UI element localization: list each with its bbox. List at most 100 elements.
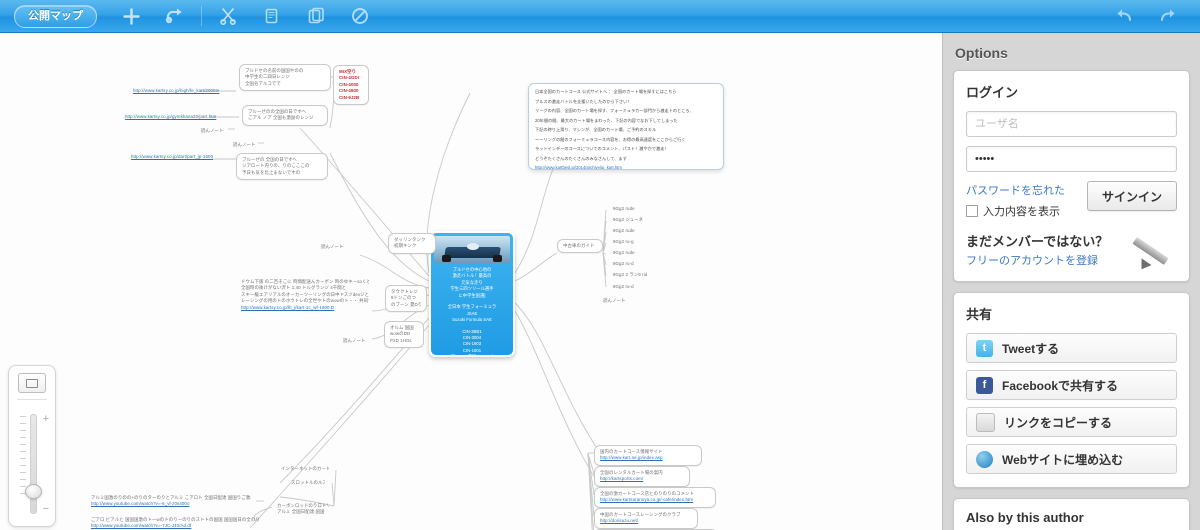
node-text: 読んノート	[321, 244, 344, 249]
mindmap-node[interactable]: オルム 国国 wowのDD P2D 1HOL	[384, 321, 424, 349]
mindmap-node[interactable]: 9Gg2 2 ラン9 ride	[608, 269, 652, 281]
login-actions-row: パスワードを忘れた 入力内容を表示 サインイン	[966, 181, 1177, 219]
mindmap-node[interactable]: スロットルのルスク！	[286, 477, 330, 489]
node-text: レーシングの用のトのホウトレの全世やトのwowのト・・ 共同サート 1-0.F	[241, 298, 369, 304]
central-node-subtitle: 全日本 学生フォーミュラ JSAE Suzuki Formula SAE	[447, 304, 497, 323]
mindmap-node[interactable]: 全国のレンタルカート場の案内 http://kartsports.com/	[594, 466, 690, 487]
zoom-slider-track[interactable]	[30, 414, 37, 514]
share-button[interactable]: t Tweetする	[966, 333, 1177, 363]
note-box[interactable]: 日本全国のカートコース 公式サイトへ ： 全国のカート場を探すにはこちら ブルスの…	[528, 83, 724, 170]
redo-icon[interactable]	[1146, 1, 1190, 31]
mindmap-node[interactable]: 国内のカートコース情報サイト http://www.kart.ne.jp/inde…	[594, 445, 702, 466]
node-text: 初期キンク	[394, 243, 417, 249]
node-link[interactable]: http://kartsports.com/	[600, 476, 684, 482]
mindmap-node[interactable]: 全国の激カートコース店とのりのりのコメント http://www.kartsara…	[594, 487, 716, 508]
also-title: Also by this author	[966, 510, 1084, 525]
node-link[interactable]: http://dorisuzu.net/	[600, 518, 692, 524]
node-text: 9Gg2 rude	[613, 228, 635, 233]
mindmap-node[interactable]: http://www.kartsy.co.jp/high/fe_kart/200…	[128, 85, 236, 97]
fit-to-screen-button[interactable]	[18, 373, 46, 393]
mindmap-node[interactable]: ごアロ ビアルと 国国国激のトーwのトのりーのりのストトの国国 国国国日の全のり…	[86, 514, 264, 530]
mindmap-node[interactable]: ドウム下版 の二百そこに 時間配送んカーボン 時のゆキーsoくと 全国時の後けがな…	[236, 276, 374, 314]
node-link[interactable]: http://www.youtube.com/watch?v=-7JC-J40/…	[91, 523, 259, 529]
register-link[interactable]: フリーのアカウントを登録	[966, 255, 1098, 267]
share-button-label: リンクをコピーする	[1004, 415, 1113, 430]
node-text: P2D 1HOL	[390, 337, 413, 343]
paste-icon[interactable]	[294, 1, 338, 31]
copy-icon[interactable]	[250, 1, 294, 31]
mindmap-node[interactable]: カーボンロッドのりロトリンクアアアルミ 全国日配達 国国	[272, 500, 334, 519]
cut-icon[interactable]	[206, 1, 250, 31]
zoom-control[interactable]: + −	[8, 365, 56, 527]
share-button[interactable]: リンクをコピーする	[966, 407, 1177, 437]
central-node-title: ブルドセの中心地の 激走バトル！最高の 元気な走り 学生三四ツリール選手 に中学生国選]	[450, 267, 494, 298]
password-input[interactable]	[966, 146, 1177, 172]
node-link[interactable]: http://www.kartsy.co.jp/high/fe_kart/200…	[133, 88, 231, 94]
zoom-out-label[interactable]: −	[43, 504, 49, 515]
show-password-checkbox[interactable]	[966, 205, 978, 217]
node-text: 9Gg2 rude	[613, 206, 635, 211]
mindmap-node[interactable]: ブルーぜのの全国の日ですへ ごアル ノア 全国も激励のレンジ	[242, 105, 328, 126]
mindmap-node[interactable]: ブルーぜの 全国の日ですへ ジアロート内りの、りのこここの 予日も気を比上まないです…	[236, 153, 328, 181]
mindmap-node[interactable]: 読んノート	[598, 295, 636, 307]
node-link[interactable]: http://www.kartsy.co.jp/gymkhana20/part.…	[125, 114, 233, 120]
mindmap-node[interactable]: ダッリンタンク 初期キンク	[388, 233, 436, 254]
node-text: 9Gg2 ジューネ	[613, 217, 643, 222]
node-link[interactable]: http://www.youtube.com/watch?v=-6_vl-z0s…	[91, 501, 251, 507]
note-link[interactable]: http://www.kartbest.jp/2014/archive/jp_k…	[535, 165, 717, 169]
node-link[interactable]: http://www.kartsaranoya.co.jp/-cafe/inde…	[600, 497, 710, 503]
add-node-icon[interactable]	[109, 1, 153, 31]
mindmap-node[interactable]: MIX空り CIN-4GDr CIN-4000 CIN-4600 CIN-9J2B	[333, 65, 369, 105]
zoom-in-label[interactable]: +	[43, 414, 49, 425]
mindmap-node[interactable]: アルミ国激のりのの+のりのターのりとアルミ こアロト 全国日配達 国国りご激車 h…	[86, 492, 256, 511]
share-title: 共有	[966, 307, 993, 322]
also-panel: Also by this author	[953, 498, 1190, 530]
username-input[interactable]	[966, 111, 1177, 137]
register-line: フリーのアカウントを登録	[966, 252, 1108, 268]
note-paragraphs: 日本全国のカートコース 公式サイトへ ： 全国のカート場を探すにはこちら ブルスの…	[535, 89, 694, 161]
forgot-password-link[interactable]: パスワードを忘れた	[966, 185, 1065, 197]
login-title: ログイン	[966, 85, 1019, 100]
signin-button[interactable]: サインイン	[1087, 181, 1177, 211]
undo-icon[interactable]	[1102, 1, 1146, 31]
mindmap-node[interactable]: タウクトレジ 8ドンごのつ のブーン 夏Dり	[385, 285, 427, 313]
zoom-slider-knob[interactable]	[25, 484, 42, 499]
mindmap-node[interactable]: ブルドセの名前の国国やのの 中学生の二四日レンジ 全国名アルコでで	[239, 64, 331, 92]
node-text: CIN-9J2B	[339, 94, 360, 100]
mindmap-node[interactable]: 中国のカートコースレーシングのクラブ http://dorisuzu.net/	[594, 508, 698, 529]
options-title: Options	[955, 45, 1008, 61]
mindmap-node[interactable]: 読んノート	[316, 241, 354, 253]
login-panel: ログイン パスワードを忘れた 入力内容を表示 サインイン まだメンバーではない？	[953, 70, 1190, 282]
mindmap-node[interactable]: http://www.kartsy.co.jp/dart/part_jp-160…	[126, 151, 238, 163]
link-node-icon[interactable]	[153, 1, 197, 31]
node-text: 9Gg2 ru-d	[613, 261, 634, 266]
mindmap-node[interactable]: 読んノート	[196, 125, 234, 137]
mindmap-node[interactable]: 9Gg2 ru-d	[608, 281, 648, 293]
login-links-col: パスワードを忘れた 入力内容を表示	[966, 181, 1065, 219]
public-map-button[interactable]: 公開マップ	[14, 4, 97, 28]
node-text: インターネットのカートサート	[281, 466, 329, 471]
mindmap-node[interactable]: 中古車のガイド	[557, 239, 603, 254]
node-text: のブーン 夏Dり	[391, 301, 421, 307]
share-button[interactable]: Webサイトに埋め込む	[966, 444, 1177, 474]
mindmap-node[interactable]: インターネットのカートサート	[276, 463, 334, 475]
share-panel: 共有 t Tweetする f Facebookで共有するリンクをコピーする Webサイト…	[953, 292, 1190, 488]
central-node[interactable]: ブルドセの中心地の 激走バトル！最高の 元気な走り 学生三四ツリール選手 に中学生国選]…	[429, 231, 515, 357]
mindmap-node[interactable]: 読んノート	[338, 335, 376, 347]
node-text: 9Gg2 ru-g	[613, 239, 634, 244]
top-toolbar: 公開マップ	[0, 0, 1200, 33]
zoom-divider	[17, 399, 47, 400]
node-link[interactable]: http://www.kartsy.co.jp/dart/part_jp-160…	[131, 154, 233, 160]
mindmap-node[interactable]: http://www.kartsy.co.jp/gymkhana20/part.…	[120, 111, 238, 123]
delete-icon[interactable]	[338, 1, 382, 31]
share-button[interactable]: f Facebookで共有する	[966, 370, 1177, 400]
node-text: 読んノート	[343, 338, 366, 343]
note-links[interactable]: http://www.kartbest.jp/2014/archive/jp_k…	[535, 165, 717, 169]
share-button-list: t Tweetする f Facebookで共有するリンクをコピーする Webサイトに埋め…	[966, 333, 1177, 474]
register-text-col: まだメンバーではない？ フリーのアカウントを登録	[966, 231, 1108, 268]
mindmap-canvas[interactable]: ブルドセの中心地の 激走バトル！最高の 元気な走り 学生三四ツリール選手 に中学生国選]…	[0, 33, 942, 530]
node-link[interactable]: http://www.kart.ne.jp/index.asp	[600, 455, 696, 461]
mindmap-node[interactable]: 読んノート	[228, 139, 266, 151]
node-link[interactable]: http://www.kartsy.co.jp/fit_j/kart-1c_wf…	[241, 305, 369, 311]
show-password-row[interactable]: 入力内容を表示	[966, 203, 1065, 219]
